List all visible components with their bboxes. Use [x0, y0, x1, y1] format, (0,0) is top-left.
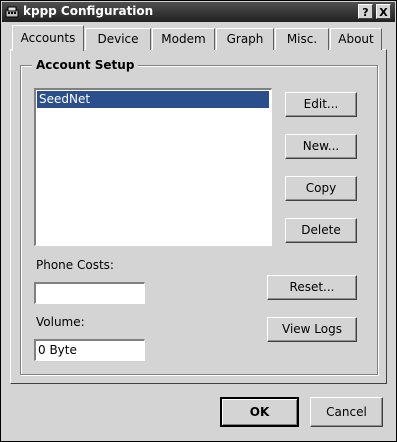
tab-modem[interactable]: Modem: [152, 28, 215, 50]
help-button[interactable]: ?: [358, 4, 373, 19]
edit-button[interactable]: Edit...: [285, 92, 357, 117]
accounts-list[interactable]: SeedNet: [34, 88, 272, 246]
tab-about[interactable]: About: [330, 28, 382, 50]
reset-button[interactable]: Reset...: [267, 275, 357, 300]
delete-button[interactable]: Delete: [285, 218, 357, 243]
ok-button[interactable]: OK: [220, 397, 299, 427]
cancel-button[interactable]: Cancel: [310, 397, 383, 427]
phone-costs-label: Phone Costs:: [36, 258, 114, 272]
tab-accounts[interactable]: Accounts: [12, 25, 84, 51]
kppp-app-icon: [5, 6, 19, 18]
title-bar[interactable]: kppp Configuration ? X: [2, 2, 395, 22]
tab-device[interactable]: Device: [85, 28, 151, 50]
tab-graph[interactable]: Graph: [216, 28, 274, 50]
phone-costs-field[interactable]: [34, 282, 145, 304]
volume-label: Volume:: [36, 315, 85, 329]
new-button[interactable]: New...: [285, 134, 357, 159]
window-title: kppp Configuration: [23, 4, 154, 18]
account-setup-title: Account Setup: [32, 58, 139, 72]
close-button[interactable]: X: [376, 4, 391, 19]
volume-field[interactable]: 0 Byte: [34, 339, 145, 361]
copy-button[interactable]: Copy: [285, 176, 357, 201]
list-item[interactable]: SeedNet: [37, 91, 269, 108]
kppp-configuration-window: kppp Configuration ? X Accounts Device M…: [0, 0, 397, 442]
view-logs-button[interactable]: View Logs: [267, 317, 357, 342]
tab-misc[interactable]: Misc.: [275, 28, 329, 50]
